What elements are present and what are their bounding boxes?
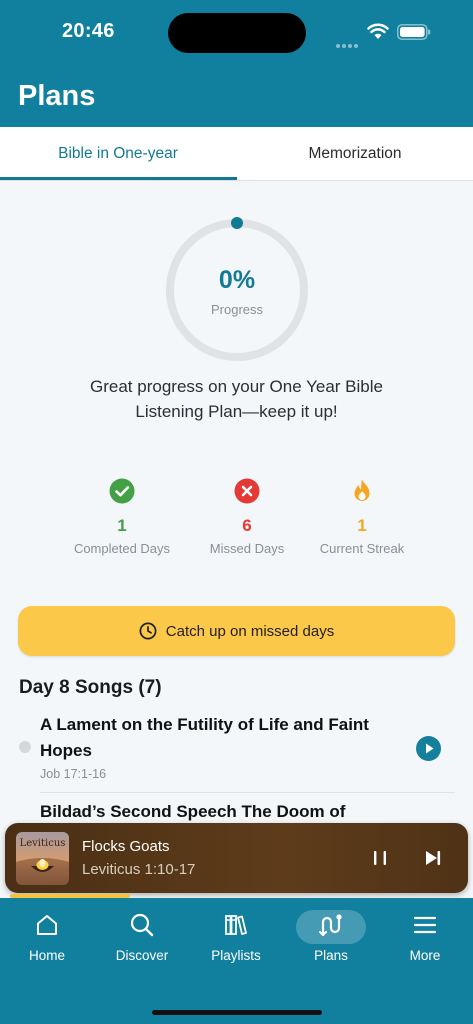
nav-more-label: More <box>409 948 441 963</box>
active-tab-indicator <box>0 177 237 180</box>
check-circle-icon <box>109 478 135 504</box>
app-header: 20:46 Plans <box>0 0 473 127</box>
route-icon <box>319 914 342 937</box>
progress-label: Progress <box>210 302 264 317</box>
stat-missed-label: Missed Days <box>209 541 285 556</box>
play-icon[interactable] <box>416 736 441 761</box>
now-playing-title: Flocks Goats <box>82 838 170 855</box>
status-time: 20:46 <box>62 20 115 42</box>
stat-completed-days: 1 Completed Days <box>72 478 172 558</box>
progress-percent: 0% <box>218 266 256 294</box>
plan-tabs: Bible in One-year Memorization <box>0 127 473 181</box>
home-indicator <box>152 1010 322 1015</box>
song-reference: Job 17:1-16 <box>40 767 107 781</box>
catch-up-label: Catch up on missed days <box>165 622 335 640</box>
album-artwork: Leviticus <box>16 832 69 885</box>
tab-memorization[interactable]: Memorization <box>237 127 473 181</box>
nav-more[interactable]: More <box>378 912 472 963</box>
home-icon <box>37 915 57 935</box>
cellular-signal-icon <box>336 35 360 48</box>
divider <box>40 792 455 793</box>
battery-icon <box>397 24 431 40</box>
nav-discover[interactable]: Discover <box>95 912 189 963</box>
now-playing-reference: Leviticus 1:10-17 <box>82 861 196 878</box>
stat-missed-value: 6 <box>242 516 252 535</box>
nav-plans-label: Plans <box>314 948 348 963</box>
list-item[interactable]: A Lament on the Futility of Life and Fai… <box>0 710 473 792</box>
flame-icon <box>354 479 370 501</box>
x-circle-icon <box>234 478 260 504</box>
artwork-caption: Leviticus <box>20 838 66 849</box>
progress-ring-marker <box>231 217 243 229</box>
songs-heading: Day 8 Songs (7) <box>19 677 162 698</box>
clock-icon <box>139 622 157 640</box>
stat-completed-label: Completed Days <box>73 541 171 556</box>
nav-home[interactable]: Home <box>0 912 94 963</box>
nav-plans[interactable]: Plans <box>284 910 378 963</box>
nav-discover-label: Discover <box>115 948 169 963</box>
stat-streak-label: Current Streak <box>319 541 405 556</box>
search-icon <box>130 913 154 937</box>
dynamic-island <box>168 13 306 53</box>
nav-playlists[interactable]: Playlists <box>189 912 283 963</box>
books-icon <box>225 915 247 935</box>
stat-current-streak: 1 Current Streak <box>312 478 412 558</box>
song-status-dot <box>19 741 31 753</box>
tab-bible-in-one-year[interactable]: Bible in One-year <box>0 127 236 181</box>
progress-message: Great progress on your One Year Bible Li… <box>90 377 383 421</box>
wifi-icon <box>367 23 389 39</box>
song-title: A Lament on the Futility of Life and Fai… <box>40 715 369 760</box>
mini-player[interactable]: Leviticus Flocks Goats Leviticus 1:10-17 <box>5 823 468 893</box>
nav-playlists-label: Playlists <box>211 948 261 963</box>
bottom-nav: Home Discover Playlists Plans More <box>0 898 473 1024</box>
stat-streak-value: 1 <box>357 516 367 535</box>
catch-up-button[interactable]: Catch up on missed days <box>18 606 455 656</box>
nav-home-label: Home <box>28 948 65 963</box>
stat-missed-days: 6 Missed Days <box>197 478 297 558</box>
song-title[interactable]: Bildad’s Second Speech The Doom of <box>40 802 440 824</box>
menu-icon <box>413 916 437 934</box>
stat-completed-value: 1 <box>117 516 127 535</box>
pause-icon[interactable] <box>371 848 389 868</box>
page-title: Plans <box>18 80 96 112</box>
skip-next-icon[interactable] <box>423 848 443 868</box>
